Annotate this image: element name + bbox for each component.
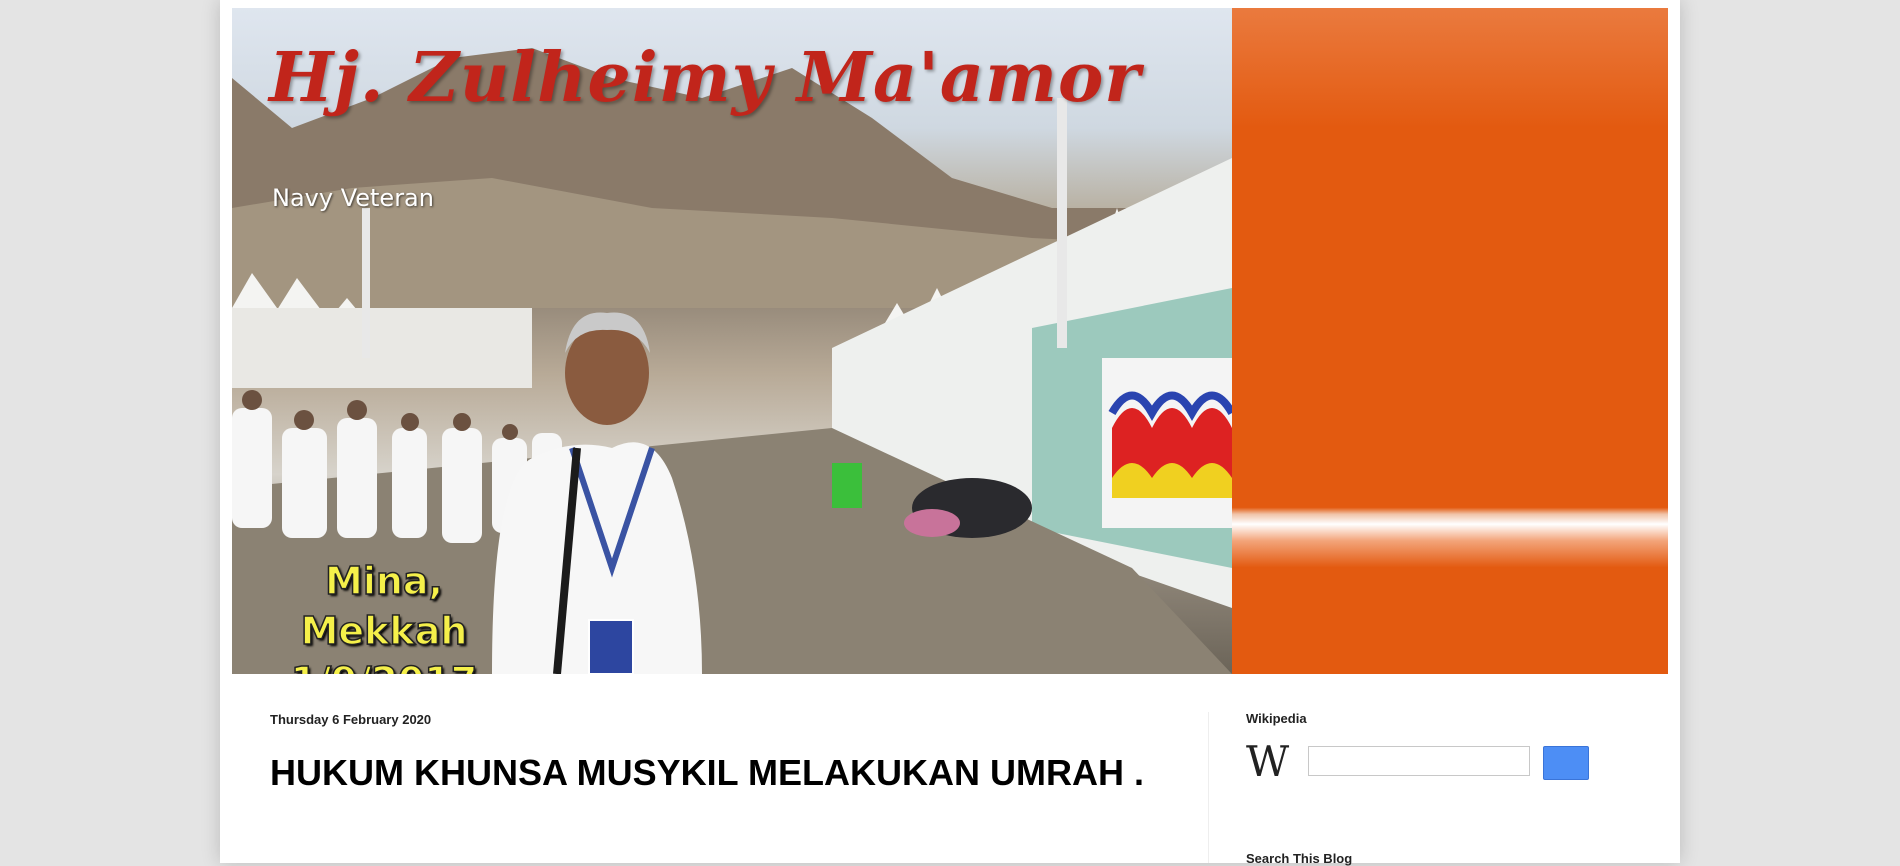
- caption-place: Mina, Mekkah: [300, 558, 468, 654]
- header-photo-caption: Mina, Mekkah 1/9/2017: [254, 556, 514, 674]
- page-container: Hj. Zulheimy Ma'amor Navy Veteran Mina, …: [220, 0, 1680, 866]
- post-title[interactable]: HUKUM KHUNSA MUSYKIL MELAKUKAN UMRAH .: [270, 750, 1180, 796]
- wikipedia-w-icon[interactable]: W: [1246, 741, 1302, 783]
- column-divider: [1208, 712, 1209, 863]
- blog-title[interactable]: Hj. Zulheimy Ma'amor: [269, 38, 1141, 118]
- search-blog-widget-title: Search This Blog: [1246, 851, 1353, 866]
- wikipedia-search-button[interactable]: [1543, 746, 1589, 780]
- header-photo: Hj. Zulheimy Ma'amor Navy Veteran Mina, …: [232, 8, 1232, 674]
- wikipedia-search-input[interactable]: [1308, 746, 1530, 776]
- blog-header: Hj. Zulheimy Ma'amor Navy Veteran Mina, …: [232, 8, 1668, 674]
- header-orange-panel: [1232, 8, 1668, 674]
- post-date-header: Thursday 6 February 2020: [270, 712, 432, 727]
- blog-description: Navy Veteran: [272, 184, 434, 212]
- wikipedia-widget-title: Wikipedia: [1246, 711, 1307, 726]
- caption-date: 1/9/2017: [254, 656, 514, 674]
